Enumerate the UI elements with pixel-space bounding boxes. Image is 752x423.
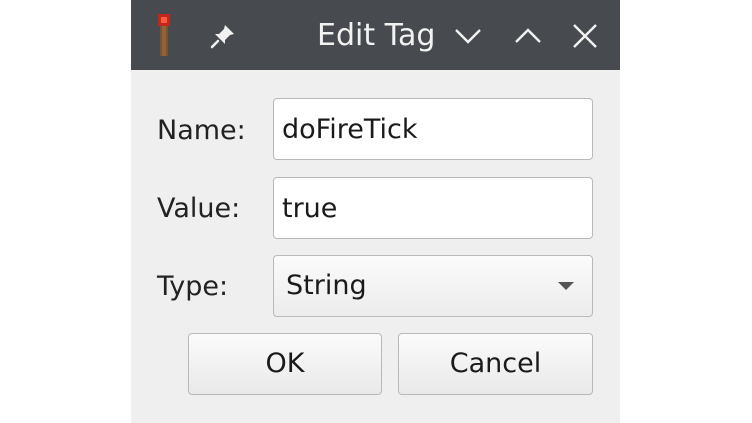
type-label: Type:	[157, 271, 229, 302]
ok-button[interactable]: OK	[188, 333, 382, 395]
title-bar[interactable]: Edit Tag	[131, 0, 620, 70]
close-button[interactable]	[569, 20, 601, 52]
type-select[interactable]: String	[273, 255, 593, 317]
pin-icon[interactable]	[209, 22, 237, 50]
maximize-button[interactable]	[512, 20, 544, 52]
cancel-button[interactable]: Cancel	[398, 333, 593, 395]
type-selected-value: String	[286, 270, 367, 301]
edit-tag-dialog: Edit Tag Name: Value: Type: String OK Ca…	[131, 0, 620, 423]
window-title: Edit Tag	[317, 18, 436, 53]
chevron-up-icon	[515, 28, 541, 43]
close-icon	[573, 24, 597, 48]
value-label: Value:	[157, 193, 241, 224]
name-label: Name:	[157, 115, 246, 146]
minimize-button[interactable]	[452, 20, 484, 52]
value-input[interactable]	[273, 177, 593, 239]
redstone-torch-icon	[153, 14, 175, 56]
dropdown-caret-icon	[558, 282, 574, 290]
name-input[interactable]	[273, 98, 593, 160]
chevron-down-icon	[455, 29, 481, 44]
